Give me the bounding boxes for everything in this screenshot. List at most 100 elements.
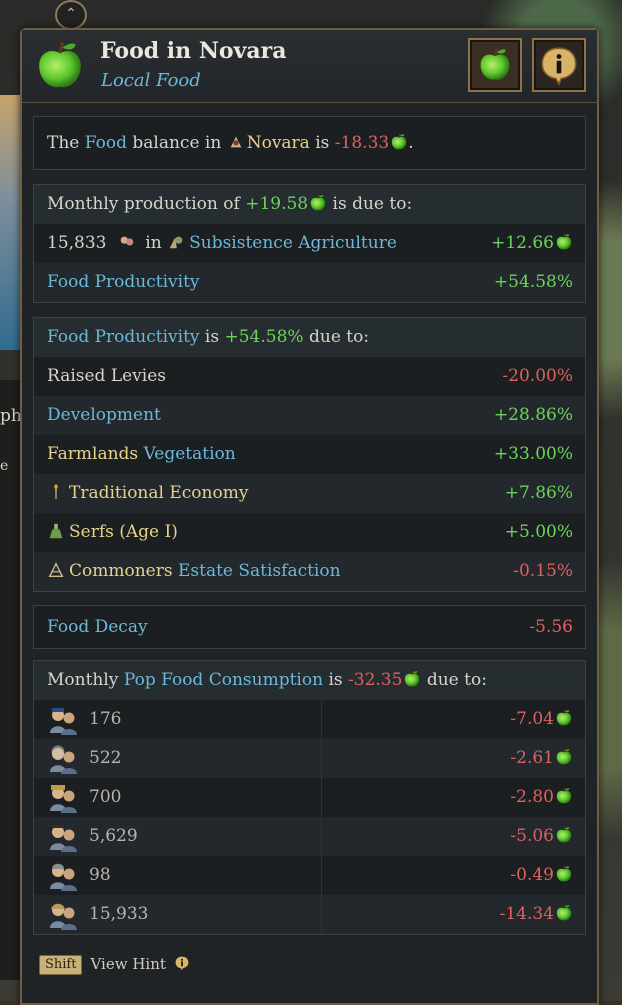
decay-value: -5.56: [529, 617, 573, 637]
view-hint-label: View Hint: [90, 955, 166, 973]
pop-count: 15,933: [89, 904, 149, 924]
modifier-row: Farmlands Vegetation +33.00%: [34, 435, 585, 474]
pop-count: 5,629: [89, 826, 138, 846]
modifier-row: Serfs (Age I) +5.00%: [34, 513, 585, 552]
productivity-text: due to:: [303, 327, 370, 347]
column-divider: [321, 739, 322, 778]
column-divider: [321, 778, 322, 817]
productivity-section: Food Productivity is +54.58% due to: Rai…: [33, 317, 586, 592]
food-decay-link[interactable]: Food Decay: [47, 617, 148, 637]
production-text: is due to:: [327, 194, 413, 214]
apple-icon: [555, 748, 573, 766]
source-value: +12.66: [491, 224, 573, 263]
apple-icon: [555, 826, 573, 844]
production-header: Monthly production of +19.58 is due to:: [34, 185, 585, 224]
estate-satisfaction-link[interactable]: Estate Satisfaction: [178, 561, 341, 581]
pop-consumption: -14.34: [500, 895, 573, 934]
background-partial-text-2: e: [0, 458, 9, 474]
clergy-pop-icon: [47, 745, 79, 774]
traditional-economy-link[interactable]: Traditional Economy: [69, 483, 248, 503]
productivity-value: +54.58%: [224, 327, 304, 347]
pop-row-nobles[interactable]: 176 -7.04: [34, 700, 585, 739]
pop-consumption-text: -14.34: [499, 904, 554, 924]
modifier-label: Raised Levies: [47, 366, 167, 386]
vegetation-link[interactable]: Vegetation: [144, 444, 236, 464]
productivity-header: Food Productivity is +54.58% due to:: [34, 318, 585, 357]
modifier-row: Raised Levies -20.00%: [34, 357, 585, 396]
nobles-pop-icon: [47, 707, 79, 735]
pop-row-laborers[interactable]: 5,629 -5.06: [34, 817, 585, 856]
balance-row: The Food balance in Novara is -18.33.: [34, 117, 585, 169]
modifier-value: +5.00%: [504, 522, 573, 542]
productivity-text: is: [199, 327, 225, 347]
modifier-value: +7.86%: [504, 483, 573, 503]
decay-section: Food Decay -5.56: [33, 605, 586, 649]
pop-consumption-text: -0.49: [510, 865, 554, 885]
source-value-text: +12.66: [491, 233, 554, 253]
column-divider: [321, 700, 322, 739]
expand-arrow-icon[interactable]: ⌃: [55, 0, 87, 30]
modifier-row: Traditional Economy +7.86%: [34, 474, 585, 513]
soldiers-pop-icon: [47, 863, 79, 891]
pop-row-clergy[interactable]: 522 -2.61: [34, 739, 585, 778]
burghers-pop-icon: [47, 784, 79, 813]
food-productivity-link[interactable]: Food Productivity: [47, 327, 200, 347]
production-value: +19.58: [245, 194, 309, 214]
tooltip-subtitle[interactable]: Local Food: [101, 70, 201, 91]
pop-row-soldiers[interactable]: 98 -0.49: [34, 856, 585, 895]
pops-icon: [120, 236, 134, 246]
commoners-link[interactable]: Commoners: [69, 561, 173, 581]
pop-count: 98: [89, 865, 111, 885]
apple-icon: [555, 904, 573, 922]
modifier-value: -0.15%: [513, 561, 573, 581]
pop-row-peasants[interactable]: 15,933 -14.34: [34, 895, 585, 934]
consumption-text: is: [323, 670, 349, 690]
production-section: Monthly production of +19.58 is due to: …: [33, 184, 586, 303]
flask-icon: [49, 523, 63, 539]
balance-text: balance in: [126, 133, 227, 153]
city-view-strip: [0, 95, 22, 350]
apple-icon: [403, 670, 421, 688]
apple-icon: [555, 709, 573, 727]
balance-text: is: [309, 133, 335, 153]
pop-count: 700: [89, 787, 122, 807]
subsistence-agriculture-link[interactable]: Subsistence Agriculture: [189, 233, 397, 253]
consumption-section: Monthly Pop Food Consumption is -32.35 d…: [33, 660, 586, 935]
location-link[interactable]: Novara: [247, 133, 310, 153]
modifier-value: +33.00%: [493, 444, 573, 464]
pop-row-burghers[interactable]: 700 -2.80: [34, 778, 585, 817]
food-link[interactable]: Food: [85, 133, 127, 153]
food-tooltip: Food in Novara Local Food The Food balan…: [20, 28, 599, 1005]
pop-count: 522: [89, 748, 122, 768]
pop-consumption-text: -2.61: [510, 748, 554, 768]
modifier-value: +28.86%: [493, 405, 573, 425]
apple-icon: [555, 865, 573, 883]
pop-consumption-text: -2.80: [510, 787, 554, 807]
pop-consumption-text: -7.04: [510, 709, 554, 729]
pop-consumption: -0.49: [510, 856, 573, 895]
column-divider: [321, 895, 322, 934]
food-productivity-link[interactable]: Food Productivity: [47, 272, 200, 292]
pop-food-consumption-link[interactable]: Pop Food Consumption: [124, 670, 323, 690]
apple-icon: [477, 47, 513, 83]
pop-consumption: -5.06: [510, 817, 573, 856]
serfs-link[interactable]: Serfs (Age I): [69, 522, 178, 542]
commoners-estate-icon: [48, 562, 64, 578]
pop-consumption: -2.61: [510, 739, 573, 778]
modifier-row: Development +28.86%: [34, 396, 585, 435]
balance-value: -18.33: [334, 133, 390, 153]
farmlands-link[interactable]: Farmlands: [47, 444, 138, 464]
modifier-value: -20.00%: [502, 366, 573, 386]
production-source-row: 15,833 in Subsistence Agriculture +12.66: [34, 224, 585, 263]
balance-text: The: [47, 133, 85, 153]
decay-row: Food Decay -5.56: [34, 606, 585, 648]
peasants-pop-icon: [47, 903, 79, 930]
hint-footer: Shift View Hint: [39, 955, 190, 975]
modifier-row: Commoners Estate Satisfaction -0.15%: [34, 552, 585, 591]
food-goods-button[interactable]: [468, 38, 522, 92]
development-link[interactable]: Development: [47, 405, 161, 425]
background-partial-text: ph: [0, 406, 22, 426]
tooltip-header: Food in Novara Local Food: [22, 30, 597, 103]
agriculture-icon: [169, 236, 183, 249]
info-button[interactable]: [532, 38, 586, 92]
